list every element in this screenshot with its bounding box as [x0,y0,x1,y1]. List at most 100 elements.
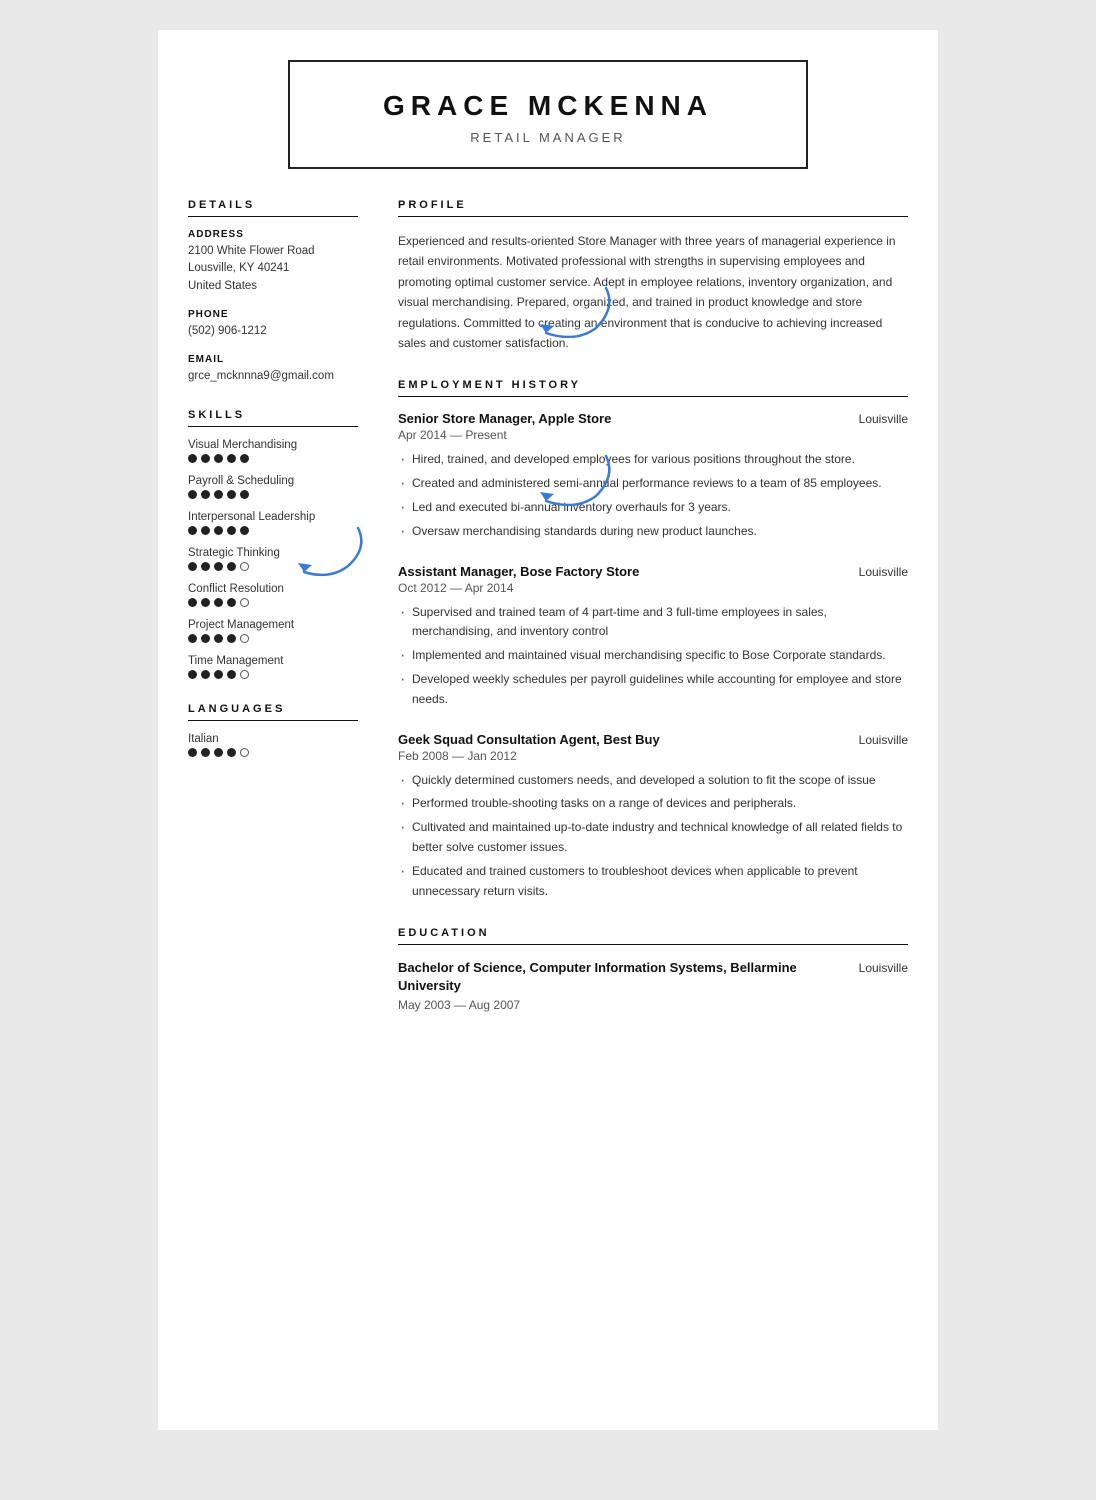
phone-value: (502) 906-1212 [188,323,358,340]
sidebar: DETAILS ADDRESS 2100 White Flower Road L… [158,199,378,1058]
job-header: Geek Squad Consultation Agent, Best Buy L… [398,732,908,747]
dot-filled [201,562,210,571]
bullet-item: Quickly determined customers needs, and … [398,771,908,791]
edu-dates: May 2003 — Aug 2007 [398,998,908,1012]
languages-section: LANGUAGES Italian [188,703,358,757]
education-container: Bachelor of Science, Computer Informatio… [398,959,908,1011]
language-name: Italian [188,733,358,745]
job-title: Geek Squad Consultation Agent, Best Buy [398,732,660,747]
dot-filled [188,490,197,499]
edu-title: Bachelor of Science, Computer Informatio… [398,959,818,995]
address-group: ADDRESS 2100 White Flower Road Lousville… [188,229,358,295]
edu-header: Bachelor of Science, Computer Informatio… [398,959,908,995]
edu-entry: Bachelor of Science, Computer Informatio… [398,959,908,1011]
bullet-item: Oversaw merchandising standards during n… [398,522,908,542]
education-section: EDUCATION Bachelor of Science, Computer … [398,927,908,1011]
skill-name: Project Management [188,619,358,631]
languages-container: Italian [188,733,358,757]
dot-filled [214,598,223,607]
skill-name: Payroll & Scheduling [188,475,358,487]
bullet-item: Implemented and maintained visual mercha… [398,646,908,666]
address-line3: United States [188,278,358,295]
skill-item: Visual Merchandising [188,439,358,463]
edu-location: Louisville [859,961,908,975]
skills-arrow [288,520,368,580]
education-label: EDUCATION [398,927,908,945]
skills-label: SKILLS [188,409,358,427]
profile-section: PROFILE Experienced and results-oriented… [398,199,908,353]
profile-label: PROFILE [398,199,908,217]
dot-filled [188,748,197,757]
address-line2: Lousville, KY 40241 [188,260,358,277]
dot-filled [240,526,249,535]
job-title: Assistant Manager, Bose Factory Store [398,564,639,579]
job-title: Senior Store Manager, Apple Store [398,411,611,426]
dot-filled [201,598,210,607]
dot-empty [240,670,249,679]
bullet-item: Led and executed bi-annual inventory ove… [398,498,908,518]
address-line1: 2100 White Flower Road [188,243,358,260]
bullet-item: Cultivated and maintained up-to-date ind… [398,818,908,858]
dot-filled [227,748,236,757]
employment-label: EMPLOYMENT HISTORY [398,379,908,397]
job-bullets: Hired, trained, and developed employees … [398,450,908,541]
dot-filled [214,490,223,499]
skill-dots [188,490,358,499]
email-group: EMAIL grce_mcknnna9@gmail.com [188,354,358,385]
dot-filled [240,454,249,463]
dot-filled [214,748,223,757]
address-label: ADDRESS [188,229,358,240]
dot-filled [240,490,249,499]
job-location: Louisville [859,733,908,747]
job-bullets: Quickly determined customers needs, and … [398,771,908,902]
dot-filled [227,454,236,463]
details-section: DETAILS ADDRESS 2100 White Flower Road L… [188,199,358,385]
header: GRACE MCKENNA RETAIL MANAGER [288,60,808,169]
details-label: DETAILS [188,199,358,217]
bullet-item: Developed weekly schedules per payroll g… [398,670,908,710]
job-location: Louisville [859,565,908,579]
profile-arrow [526,278,616,338]
dot-filled [188,598,197,607]
skill-dots [188,634,358,643]
dot-filled [214,634,223,643]
bullet-item: Educated and trained customers to troubl… [398,862,908,902]
dot-empty [240,598,249,607]
bullet-item: Performed trouble-shooting tasks on a ra… [398,794,908,814]
dot-filled [227,562,236,571]
skill-dots [188,670,358,679]
skill-name: Time Management [188,655,358,667]
resume-page: GRACE MCKENNA RETAIL MANAGER DETAILS ADD… [158,30,938,1430]
job-header: Assistant Manager, Bose Factory Store Lou… [398,564,908,579]
skill-dots [188,598,358,607]
bullet-item: Supervised and trained team of 4 part-ti… [398,603,908,643]
dot-filled [227,598,236,607]
dot-empty [240,748,249,757]
phone-group: PHONE (502) 906-1212 [188,309,358,340]
employment-section: EMPLOYMENT HISTORY Senior Store Manager,… [398,379,908,901]
job-dates: Oct 2012 — Apr 2014 [398,581,908,595]
language-dots [188,748,358,757]
job-location: Louisville [859,412,908,426]
candidate-name: GRACE MCKENNA [320,90,776,122]
job-header: Senior Store Manager, Apple Store Louisvi… [398,411,908,426]
job-dates: Feb 2008 — Jan 2012 [398,749,908,763]
dot-filled [214,526,223,535]
languages-label: LANGUAGES [188,703,358,721]
skill-item: Conflict Resolution [188,583,358,607]
dot-filled [188,634,197,643]
dot-filled [201,454,210,463]
skill-item: Project Management [188,619,358,643]
dot-filled [227,490,236,499]
phone-label: PHONE [188,309,358,320]
profile-text: Experienced and results-oriented Store M… [398,231,908,353]
skill-name: Conflict Resolution [188,583,358,595]
dot-filled [188,562,197,571]
employment-arrow [526,446,616,506]
skill-dots [188,454,358,463]
dot-filled [201,670,210,679]
email-value: grce_mcknnna9@gmail.com [188,368,358,385]
dot-filled [201,526,210,535]
dot-filled [214,454,223,463]
dot-filled [201,634,210,643]
